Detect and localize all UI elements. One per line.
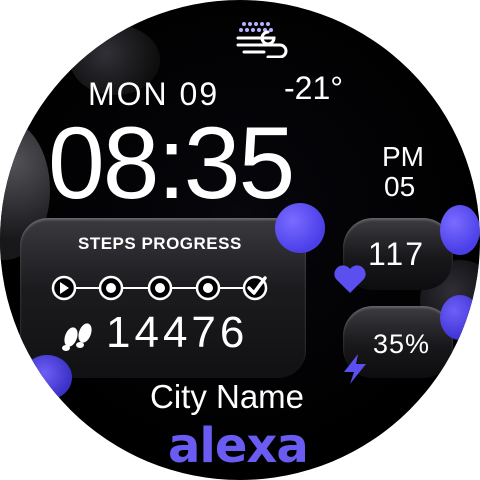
steps-value: 14476 — [106, 308, 249, 357]
heart-icon — [334, 265, 366, 293]
steps-progress-indicator — [51, 275, 268, 301]
temperature[interactable]: -21° — [284, 70, 343, 107]
check-icon — [242, 275, 268, 301]
battery-value: 35% — [373, 329, 431, 359]
ampm-indicator: PM — [382, 141, 424, 172]
wind-icon[interactable] — [234, 20, 290, 58]
dot-icon — [195, 275, 221, 301]
heart-rate-value: 117 — [368, 236, 426, 272]
decor-bubble — [440, 295, 480, 340]
decor-bubble — [275, 203, 325, 253]
dot-icon — [147, 275, 173, 301]
decor-bubble — [22, 355, 72, 400]
footprints-icon — [62, 323, 92, 351]
seconds-display: 05 — [384, 171, 416, 202]
decor-bubble — [440, 205, 480, 255]
bolt-icon — [344, 354, 366, 384]
alexa-logo[interactable]: alexa — [168, 418, 309, 474]
city-name: City Name — [150, 378, 305, 415]
dot-icon — [98, 275, 124, 301]
steps-title: STEPS PROGRESS — [78, 234, 242, 253]
play-icon — [51, 275, 77, 301]
time-display: 08:35 — [48, 106, 295, 220]
watch-face: MON 09 -21° 08:35 PM 05 STEPS PROGRESS 1… — [0, 0, 480, 480]
